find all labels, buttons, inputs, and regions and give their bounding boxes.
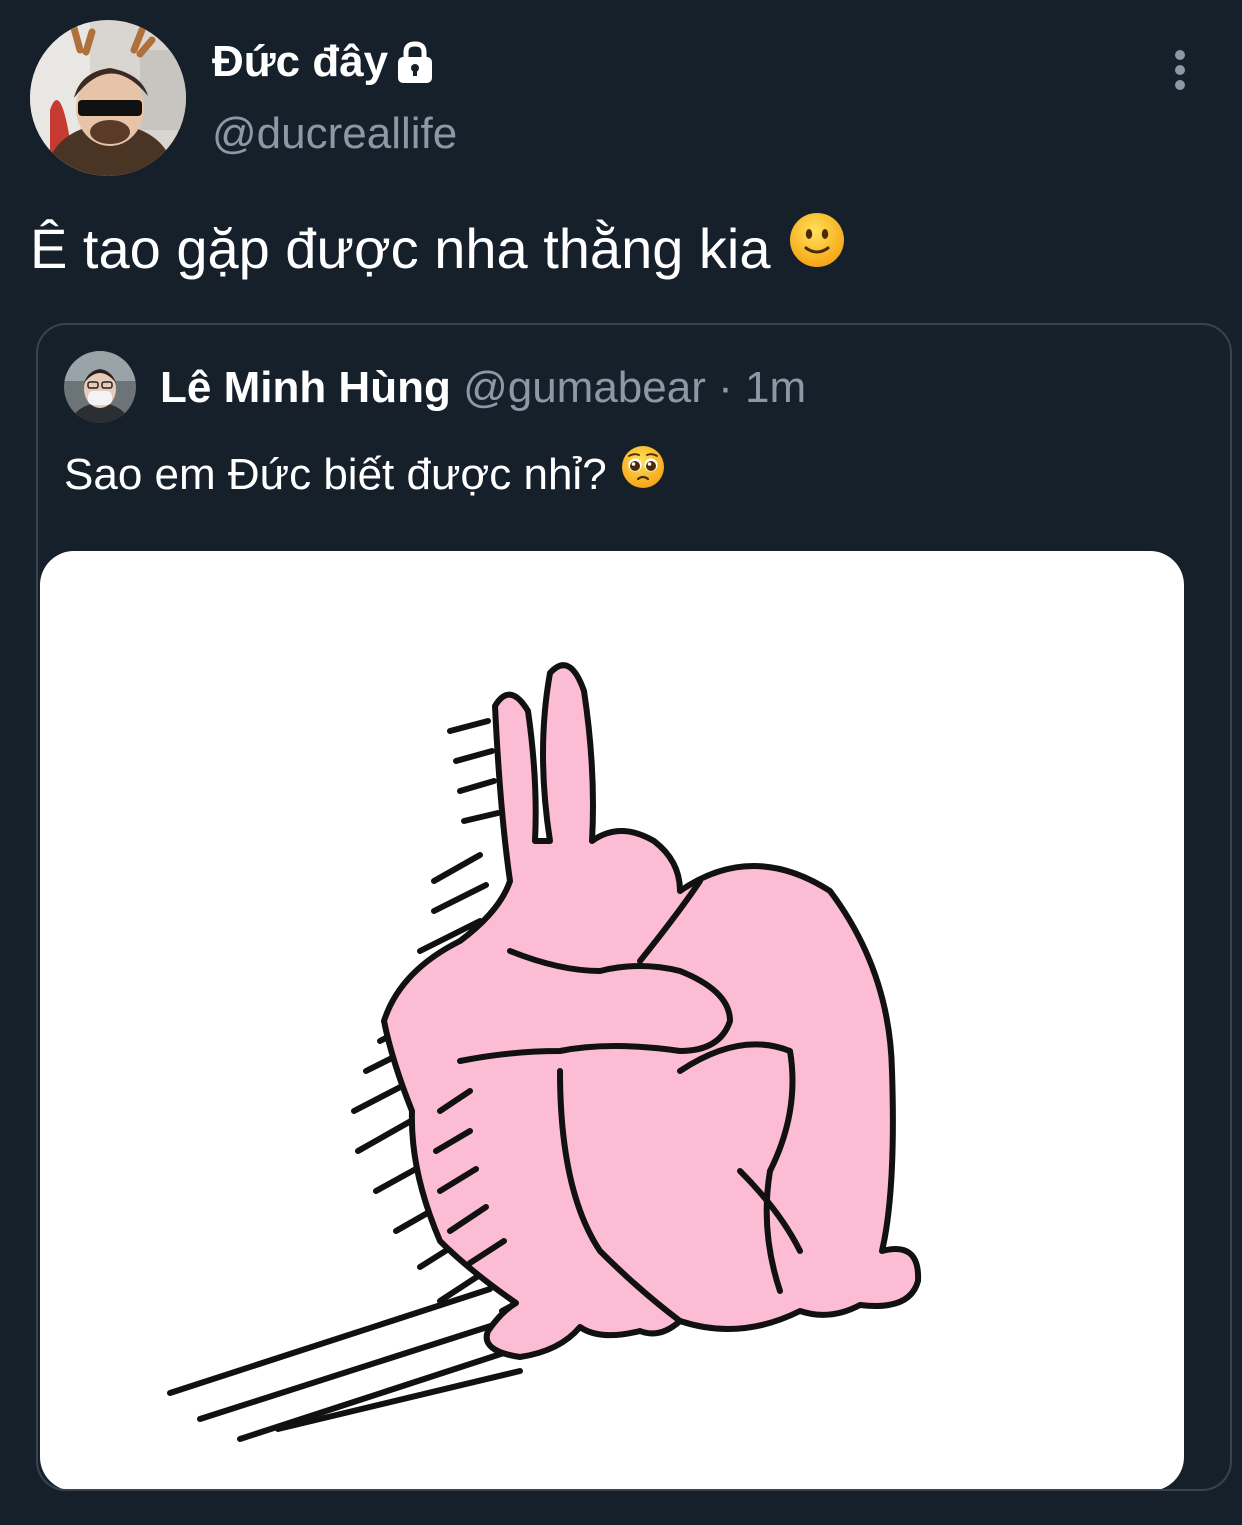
pink-rabbit-sticker <box>167 662 922 1442</box>
tweet-text: Ê tao gặp được nha thằng kia <box>30 212 845 285</box>
author-display-name[interactable]: Đức đây <box>212 34 436 90</box>
author-avatar[interactable] <box>30 20 186 176</box>
quoted-author-handle[interactable]: @gumabear <box>463 363 706 412</box>
quoted-author-avatar[interactable] <box>64 351 136 423</box>
author-handle[interactable]: @ducreallife <box>212 108 457 160</box>
quoted-media-image[interactable] <box>40 551 1184 1489</box>
quoted-tweet-card[interactable]: Lê Minh Hùng @gumabear · 1m Sao em Đức b… <box>36 323 1232 1491</box>
author-name-text: Đức đây <box>212 37 389 86</box>
tweet-text-content: Ê tao gặp được nha thằng kia <box>30 216 771 280</box>
quoted-tweet-text: Sao em Đức biết được nhỉ? <box>64 445 665 505</box>
pleading-face-emoji <box>621 445 665 505</box>
quoted-timestamp[interactable]: 1m <box>745 363 806 412</box>
quoted-tweet-header: Lê Minh Hùng @gumabear · 1m <box>160 359 806 417</box>
quoted-author-name[interactable]: Lê Minh Hùng <box>160 363 451 412</box>
meta-separator: · <box>718 363 733 412</box>
more-vertical-icon[interactable] <box>1160 48 1200 92</box>
tweet: Đức đây @ducreallife Ê tao gặp được nha … <box>0 0 1242 1525</box>
quoted-text-content: Sao em Đức biết được nhỉ? <box>64 450 607 499</box>
slightly-smiling-face-emoji <box>789 212 845 285</box>
lock-icon <box>394 40 436 84</box>
